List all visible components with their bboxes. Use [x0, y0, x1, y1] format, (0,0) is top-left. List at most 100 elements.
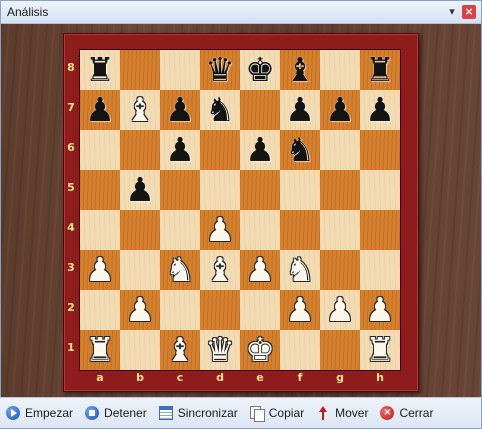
black-pawn-icon[interactable]: ♟ [80, 90, 120, 130]
square-h2[interactable]: ♟ [360, 290, 400, 330]
white-bishop-icon[interactable]: ♝ [200, 250, 240, 290]
white-bishop-icon[interactable]: ♝ [160, 330, 200, 370]
square-d7[interactable]: ♞ [200, 90, 240, 130]
black-pawn-icon[interactable]: ♟ [360, 90, 400, 130]
square-h5[interactable] [360, 170, 400, 210]
square-g3[interactable] [320, 250, 360, 290]
square-c3[interactable]: ♞ [160, 250, 200, 290]
square-e3[interactable]: ♟ [240, 250, 280, 290]
square-a5[interactable] [80, 170, 120, 210]
square-d2[interactable] [200, 290, 240, 330]
white-king-icon[interactable]: ♚ [240, 330, 280, 370]
square-b5[interactable]: ♟ [120, 170, 160, 210]
square-c2[interactable] [160, 290, 200, 330]
square-a2[interactable] [80, 290, 120, 330]
black-king-icon[interactable]: ♚ [240, 50, 280, 90]
black-rook-icon[interactable]: ♜ [360, 50, 400, 90]
copy-button[interactable]: Copiar [249, 406, 304, 422]
sync-button[interactable]: Sincronizar [158, 406, 238, 420]
square-e4[interactable] [240, 210, 280, 250]
square-h4[interactable] [360, 210, 400, 250]
title-bar[interactable]: Análisis ▾ × [1, 1, 481, 24]
square-a6[interactable] [80, 130, 120, 170]
move-button[interactable]: Mover [316, 406, 368, 420]
square-f5[interactable] [280, 170, 320, 210]
white-knight-icon[interactable]: ♞ [160, 250, 200, 290]
square-c5[interactable] [160, 170, 200, 210]
square-d4[interactable]: ♟ [200, 210, 240, 250]
square-e7[interactable] [240, 90, 280, 130]
black-pawn-icon[interactable]: ♟ [240, 130, 280, 170]
square-g8[interactable] [320, 50, 360, 90]
square-g5[interactable] [320, 170, 360, 210]
black-pawn-icon[interactable]: ♟ [160, 90, 200, 130]
square-d1[interactable]: ♛ [200, 330, 240, 370]
square-c4[interactable] [160, 210, 200, 250]
white-rook-icon[interactable]: ♜ [360, 330, 400, 370]
square-f6[interactable]: ♞ [280, 130, 320, 170]
white-pawn-icon[interactable]: ♟ [360, 290, 400, 330]
square-h3[interactable] [360, 250, 400, 290]
square-e2[interactable] [240, 290, 280, 330]
square-f7[interactable]: ♟ [280, 90, 320, 130]
white-rook-icon[interactable]: ♜ [80, 330, 120, 370]
black-pawn-icon[interactable]: ♟ [160, 130, 200, 170]
window-menu-button[interactable]: ▾ [445, 5, 459, 19]
square-b6[interactable] [120, 130, 160, 170]
square-c7[interactable]: ♟ [160, 90, 200, 130]
white-bishop-icon[interactable]: ♝ [120, 90, 160, 130]
square-c8[interactable] [160, 50, 200, 90]
white-pawn-icon[interactable]: ♟ [200, 210, 240, 250]
square-f8[interactable]: ♝ [280, 50, 320, 90]
square-g4[interactable] [320, 210, 360, 250]
square-d3[interactable]: ♝ [200, 250, 240, 290]
white-pawn-icon[interactable]: ♟ [120, 290, 160, 330]
close-analysis-button[interactable]: × Cerrar [380, 406, 433, 420]
black-rook-icon[interactable]: ♜ [80, 50, 120, 90]
square-g1[interactable] [320, 330, 360, 370]
square-h8[interactable]: ♜ [360, 50, 400, 90]
white-pawn-icon[interactable]: ♟ [320, 290, 360, 330]
chessboard[interactable]: ♜ ♛ ♚ ♝ ♜ ♟ ♝ ♟ ♞ ♟ ♟ ♟ ♟ ♟ ♞ ♟ ♟ ♟ ♞ ♝ ♟ ♞ ♟ ♟ ♟ ♟ ♜ ♝ ♛ ♚ ♜ [79, 49, 401, 371]
square-f2[interactable]: ♟ [280, 290, 320, 330]
square-d8[interactable]: ♛ [200, 50, 240, 90]
square-e8[interactable]: ♚ [240, 50, 280, 90]
stop-button[interactable]: Detener [85, 406, 147, 420]
white-knight-icon[interactable]: ♞ [280, 250, 320, 290]
white-pawn-icon[interactable]: ♟ [240, 250, 280, 290]
square-e6[interactable]: ♟ [240, 130, 280, 170]
black-pawn-icon[interactable]: ♟ [320, 90, 360, 130]
start-button[interactable]: Empezar [6, 406, 73, 420]
white-pawn-icon[interactable]: ♟ [280, 290, 320, 330]
square-e1[interactable]: ♚ [240, 330, 280, 370]
white-pawn-icon[interactable]: ♟ [80, 250, 120, 290]
square-b3[interactable] [120, 250, 160, 290]
square-b1[interactable] [120, 330, 160, 370]
square-f4[interactable] [280, 210, 320, 250]
black-pawn-icon[interactable]: ♟ [120, 170, 160, 210]
square-c6[interactable]: ♟ [160, 130, 200, 170]
square-c1[interactable]: ♝ [160, 330, 200, 370]
square-b2[interactable]: ♟ [120, 290, 160, 330]
black-knight-icon[interactable]: ♞ [280, 130, 320, 170]
square-h7[interactable]: ♟ [360, 90, 400, 130]
square-b4[interactable] [120, 210, 160, 250]
square-b8[interactable] [120, 50, 160, 90]
square-a4[interactable] [80, 210, 120, 250]
black-queen-icon[interactable]: ♛ [200, 50, 240, 90]
square-g7[interactable]: ♟ [320, 90, 360, 130]
square-b7[interactable]: ♝ [120, 90, 160, 130]
square-a8[interactable]: ♜ [80, 50, 120, 90]
square-d5[interactable] [200, 170, 240, 210]
black-pawn-icon[interactable]: ♟ [280, 90, 320, 130]
square-g2[interactable]: ♟ [320, 290, 360, 330]
square-f1[interactable] [280, 330, 320, 370]
black-knight-icon[interactable]: ♞ [200, 90, 240, 130]
white-queen-icon[interactable]: ♛ [200, 330, 240, 370]
square-a3[interactable]: ♟ [80, 250, 120, 290]
window-close-button[interactable]: × [462, 5, 476, 19]
square-h1[interactable]: ♜ [360, 330, 400, 370]
square-f3[interactable]: ♞ [280, 250, 320, 290]
square-h6[interactable] [360, 130, 400, 170]
square-a1[interactable]: ♜ [80, 330, 120, 370]
